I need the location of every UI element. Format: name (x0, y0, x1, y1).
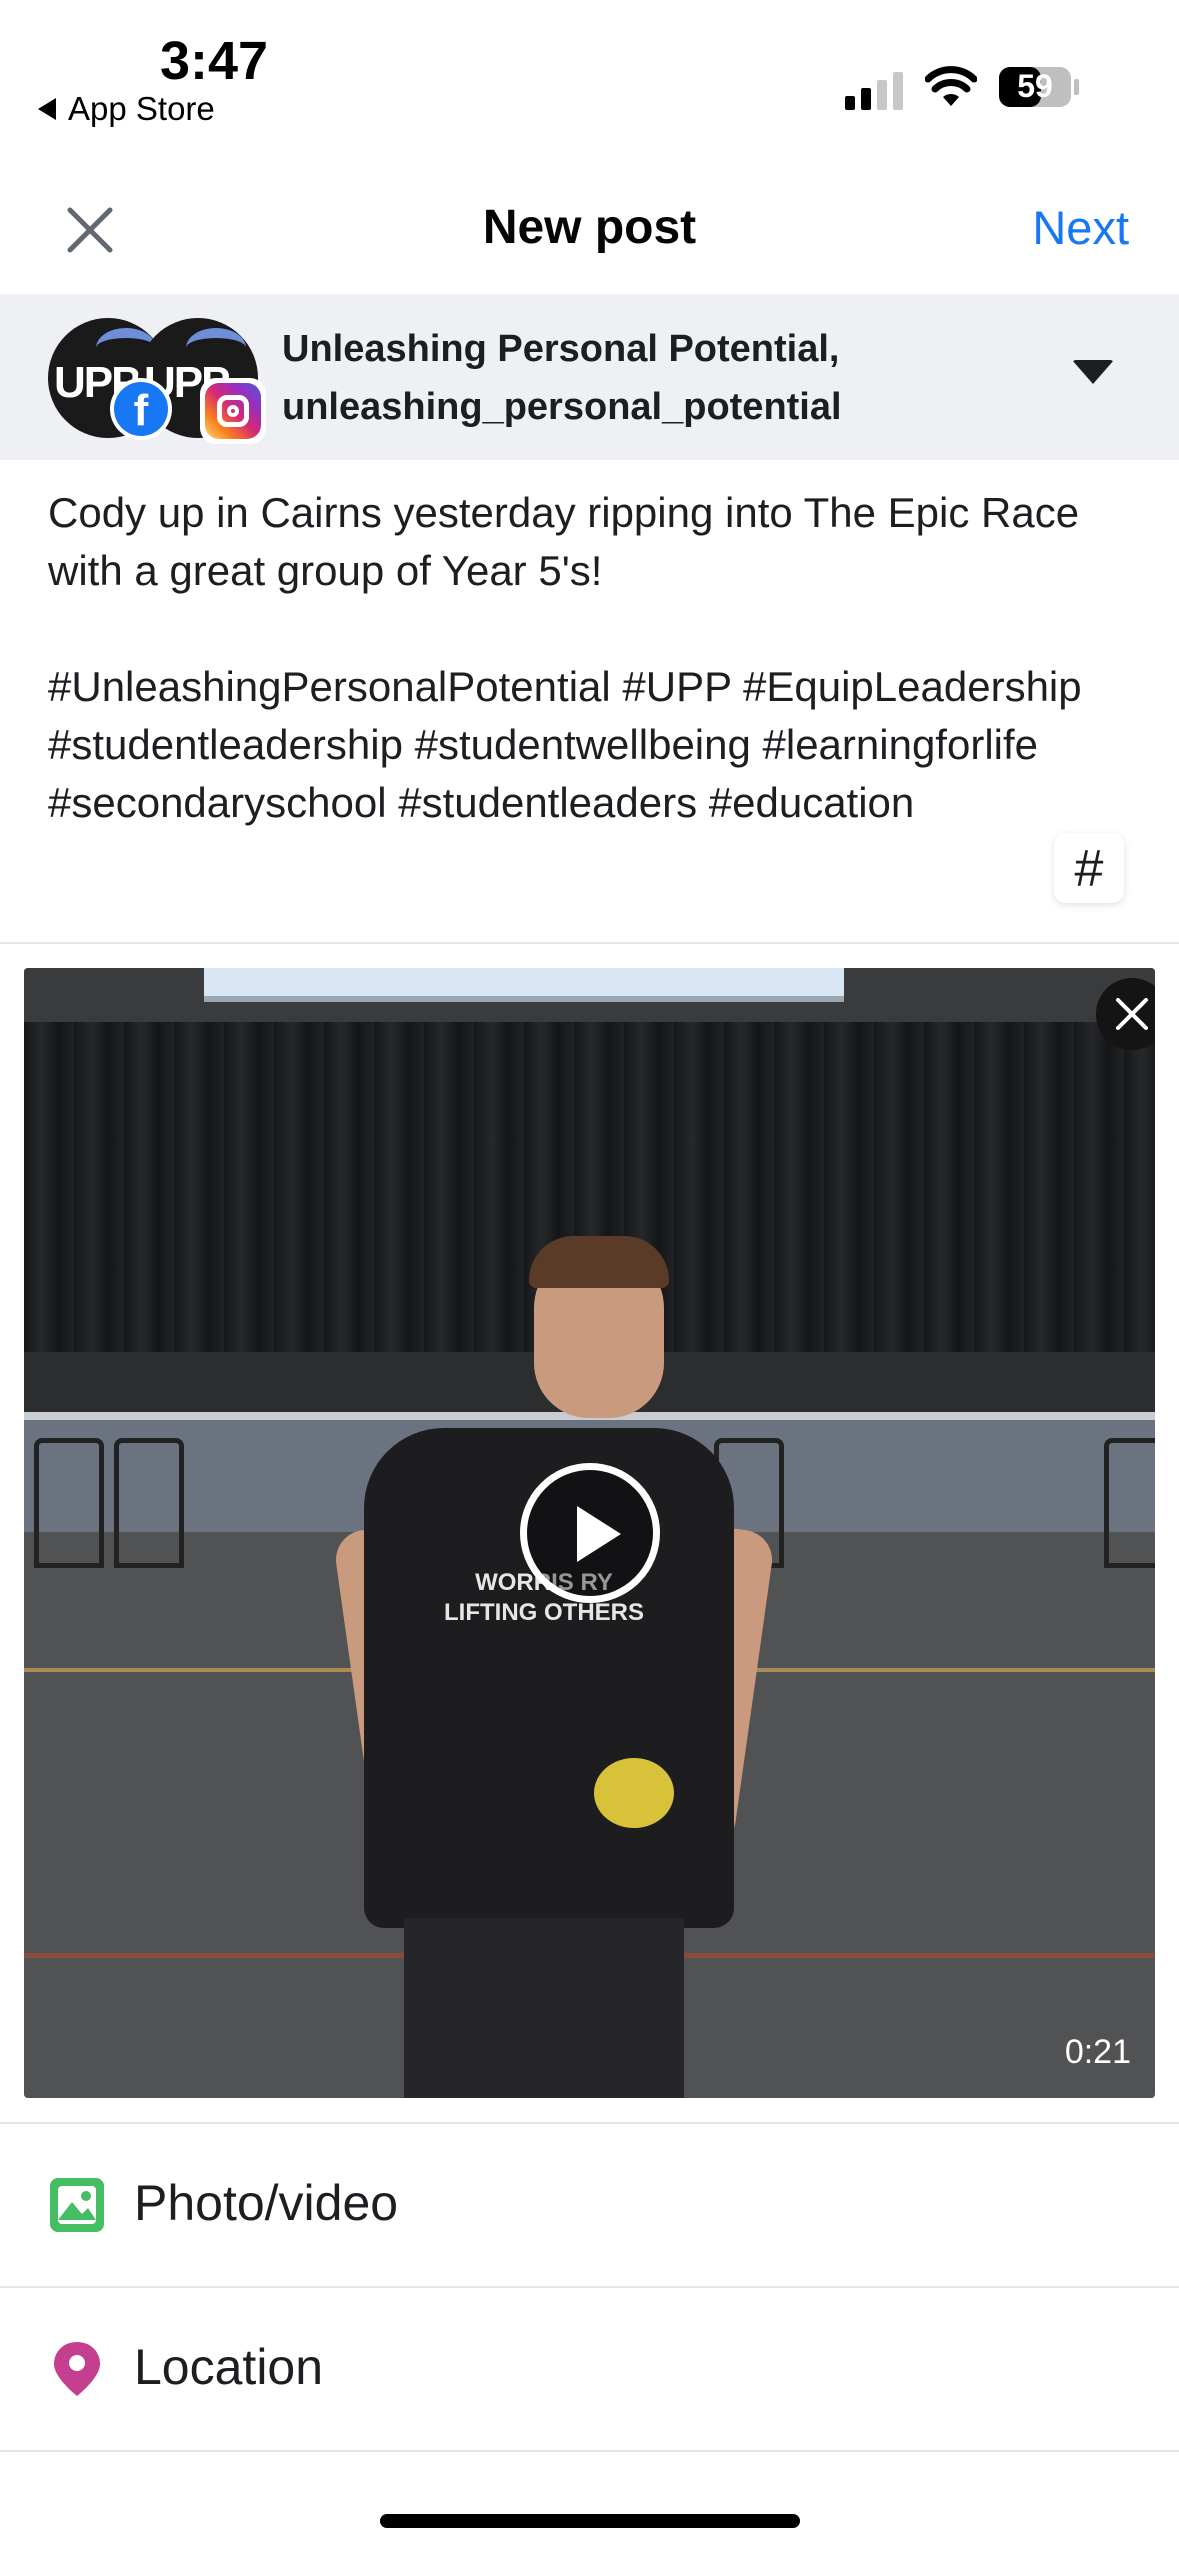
photo-video-label: Photo/video (134, 2175, 399, 2231)
cellular-signal-icon (845, 72, 903, 110)
photo-video-icon (50, 2178, 104, 2232)
instagram-handle: unleashing_personal_potential (282, 386, 842, 428)
account-names: Unleashing Personal Potential, unleashin… (282, 320, 842, 436)
page-title: New post (482, 201, 697, 254)
back-app-label: App Store (68, 90, 215, 127)
hashtag-button[interactable]: # (1054, 833, 1124, 903)
divider (0, 942, 1179, 944)
projector-screen (204, 968, 844, 1002)
wifi-icon (925, 66, 977, 106)
video-preview[interactable]: WORRIS RY LIFTING OTHERS 0:21 (24, 968, 1155, 2098)
location-label: Location (134, 2339, 324, 2395)
divider (0, 2450, 1179, 2452)
home-indicator[interactable] (380, 2514, 800, 2528)
caret-down-icon[interactable] (1072, 360, 1114, 384)
ball (594, 1758, 674, 1828)
instagram-icon (200, 378, 266, 444)
account-selector[interactable]: UPP UPP f Unleashing Personal Potential,… (0, 294, 1179, 460)
location-option[interactable]: Location (0, 2288, 1179, 2450)
back-to-app-store[interactable]: App Store (38, 90, 215, 128)
video-duration: 0:21 (1064, 2033, 1131, 2071)
battery-indicator: 59 (998, 66, 1080, 108)
next-button[interactable]: Next (1032, 200, 1129, 255)
composer-header: New post Next (0, 180, 1179, 290)
status-bar: 3:47 App Store 59 (0, 0, 1179, 150)
account-avatars: UPP UPP f (48, 318, 268, 444)
facebook-icon: f (110, 378, 172, 440)
battery-percent: 59 (1017, 68, 1053, 104)
post-caption-input[interactable]: Cody up in Cairns yesterday ripping into… (48, 484, 1108, 832)
back-arrow-icon (38, 98, 56, 120)
status-time: 3:47 (160, 31, 269, 91)
location-pin-icon (54, 2342, 100, 2396)
facebook-page-name: Unleashing Personal Potential, (282, 328, 840, 370)
photo-video-option[interactable]: Photo/video (0, 2124, 1179, 2286)
play-icon[interactable] (520, 1463, 660, 1603)
